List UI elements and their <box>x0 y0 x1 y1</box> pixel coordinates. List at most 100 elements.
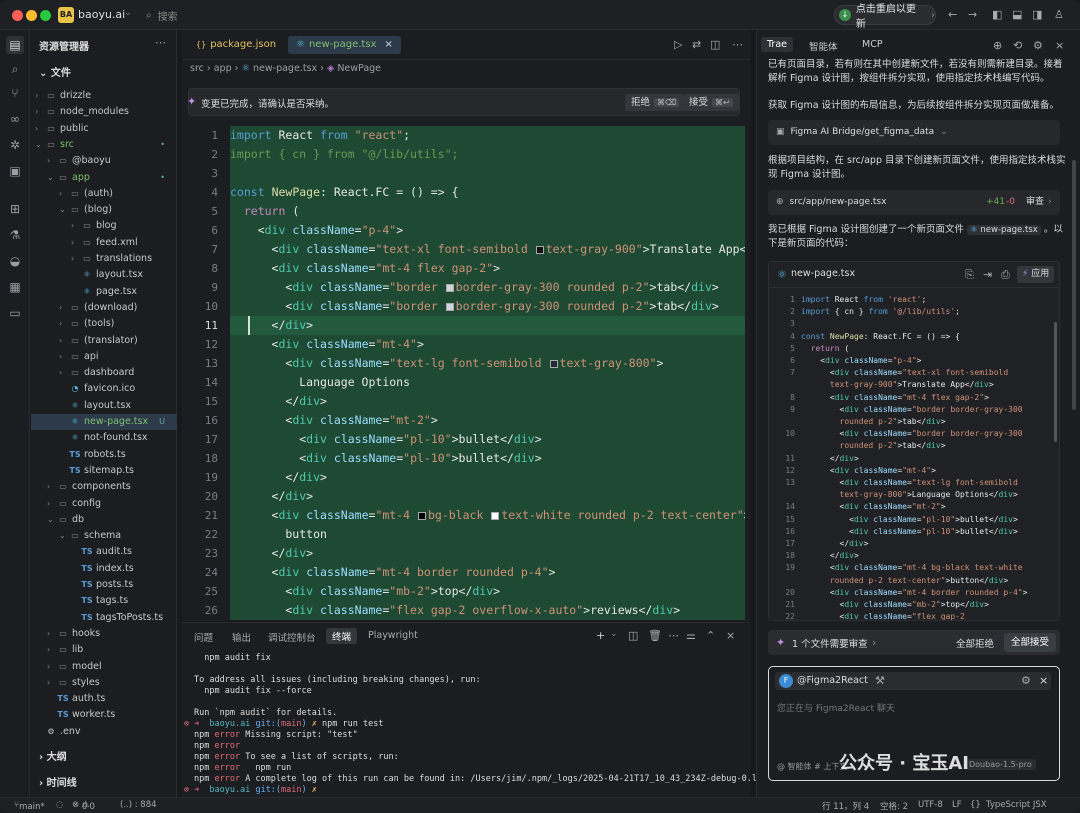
tree-item[interactable]: › ▭ api <box>31 349 177 365</box>
copy-icon[interactable]: ⎘ <box>965 268 974 282</box>
trash-icon[interactable]: 🗑 <box>648 629 662 642</box>
code-line[interactable]: <div className="mt-4 border rounded p-4"… <box>230 563 745 582</box>
chat-input-box[interactable]: F @Figma2React ⚒ ⚙ × 您正在与 Figma2React 聊天… <box>768 666 1060 781</box>
close-window-button[interactable] <box>12 10 23 21</box>
insert-icon[interactable]: ⇥ <box>983 268 992 281</box>
tree-item[interactable]: ⚛ layout.tsx <box>31 267 177 283</box>
breadcrumb-item[interactable]: app <box>214 63 232 74</box>
zoom-window-button[interactable] <box>40 10 51 21</box>
tab-trae[interactable]: Trae <box>761 37 793 52</box>
project-name[interactable]: baoyu.ai <box>78 8 125 21</box>
indentation[interactable]: 空格: 2 <box>880 800 908 812</box>
gear-icon[interactable]: ⚙ <box>1033 39 1043 52</box>
search-icon[interactable]: ⌕ <box>6 60 24 78</box>
code-lines[interactable]: import React from "react"; import { cn } … <box>230 126 745 620</box>
source-control-icon[interactable]: ⑂ <box>6 84 24 102</box>
tab-package-json[interactable]: {} package.json <box>188 36 284 54</box>
breadcrumb-item[interactable]: src <box>190 63 204 74</box>
tree-item[interactable]: › ▭ model <box>31 659 177 675</box>
tree-item[interactable]: › ▭ node_modules <box>31 104 177 120</box>
tree-item[interactable]: ◔ favicon.ico <box>31 381 177 397</box>
maximize-icon[interactable]: ⌃ <box>706 629 715 642</box>
code-line[interactable]: button <box>230 525 745 544</box>
code-line[interactable]: </div> <box>230 487 745 506</box>
tree-item[interactable]: › ▭ lib <box>31 642 177 658</box>
add-terminal-icon[interactable]: + <box>596 629 605 642</box>
model-selector[interactable]: Doubao-1.5-pro <box>965 759 1036 770</box>
tree-item[interactable]: › ▭ hooks <box>31 626 177 642</box>
tree-item[interactable]: › ▭ translations <box>31 251 177 267</box>
code-line[interactable]: <div className="mt-4 bg-black text-white… <box>230 506 745 525</box>
problems-indicator[interactable]: ⊗ 0 ⚠ 0 <box>72 800 95 812</box>
tree-item[interactable]: › ▭ (auth) <box>31 186 177 202</box>
docker-icon[interactable]: ◒ <box>6 252 24 270</box>
branch-indicator[interactable]: ⑂ main* <box>14 800 45 812</box>
run-icon[interactable]: ▷ <box>674 38 682 51</box>
tree-item[interactable]: › ▭ dashboard <box>31 365 177 381</box>
tree-item[interactable]: TS index.ts <box>31 561 177 577</box>
tree-item[interactable]: › ▭ public <box>31 121 177 137</box>
review-count[interactable]: 1 个文件需要审查 <box>792 636 868 650</box>
toggle-panel-icon[interactable]: ⬓ <box>1012 8 1022 21</box>
file-change-card[interactable]: ⊕ src/app/new-page.tsx +41 -0 审查 › <box>768 190 1060 215</box>
code-line[interactable]: </div> <box>230 544 745 563</box>
accept-all-button[interactable]: 全部接受 <box>1004 633 1057 652</box>
testing-icon[interactable]: ⚗ <box>6 226 24 244</box>
toggle-sidebar-icon[interactable]: ◧ <box>992 8 1002 21</box>
tree-item[interactable]: › ▭ config <box>31 496 177 512</box>
tool-call-card[interactable]: ▣ Figma AI Bridge/get_figma_data ⌄ <box>768 120 1060 145</box>
tree-item[interactable]: TS posts.ts <box>31 577 177 593</box>
tree-item[interactable]: ⚛ layout.tsx <box>31 398 177 414</box>
tree-item[interactable]: ⚛ new-page.tsx U <box>31 414 177 430</box>
language-mode[interactable]: TypeScript JSX <box>986 800 1047 810</box>
tree-item[interactable]: ⌄ ▭ (blog) <box>31 202 177 218</box>
breadcrumb-item[interactable]: new-page.tsx <box>253 63 317 74</box>
forward-arrow-icon[interactable]: → <box>968 8 977 21</box>
new-chat-icon[interactable]: ⊕ <box>993 39 1002 52</box>
more-icon[interactable]: ⋯ <box>668 629 679 642</box>
gear-icon[interactable]: ⚙ <box>1021 674 1031 687</box>
tab-problems[interactable]: 问题 <box>194 630 213 644</box>
ports-indicator[interactable]: (..) : 884 <box>120 800 157 810</box>
code-line[interactable]: <div className="mb-2">top</div> <box>230 582 745 601</box>
reject-all-button[interactable]: 全部拒绝 <box>956 636 994 650</box>
command-search[interactable]: ⌕ 搜索 <box>146 6 746 24</box>
tab-debug-console[interactable]: 调试控制台 <box>268 630 316 644</box>
code-line[interactable]: return ( <box>230 202 745 221</box>
split-terminal-icon[interactable]: ◫ <box>628 629 638 642</box>
wrench-icon[interactable]: ⚒ <box>875 674 885 687</box>
code-line[interactable]: <div className="mt-4"> <box>230 335 745 354</box>
tree-item[interactable]: › ▭ drizzle <box>31 88 177 104</box>
code-line[interactable]: Language Options <box>230 373 745 392</box>
tree-item[interactable]: › ▭ @baoyu <box>31 153 177 169</box>
code-line[interactable]: </div> <box>230 392 745 411</box>
accept-button[interactable]: 接受 ⌘↩ <box>683 94 739 111</box>
tab-output[interactable]: 输出 <box>232 630 251 644</box>
close-icon[interactable]: × <box>384 39 392 50</box>
close-icon[interactable]: × <box>1039 674 1048 687</box>
tree-item[interactable]: ⚛ not-found.tsx <box>31 430 177 446</box>
timeline-section-header[interactable]: › 时间线 <box>39 774 77 789</box>
code-line[interactable]: <div className="mt-4 flex gap-2"> <box>230 259 745 278</box>
chat-placeholder[interactable]: 您正在与 Figma2React 聊天 <box>777 701 895 714</box>
close-icon[interactable]: × <box>726 629 735 642</box>
close-icon[interactable]: × <box>1055 39 1064 52</box>
tree-item[interactable]: TS auth.ts <box>31 691 177 707</box>
split-editor-icon[interactable]: ◫ <box>710 38 720 51</box>
code-line[interactable]: <div className="p-4"> <box>230 221 745 240</box>
tree-item[interactable]: › ▭ (translator) <box>31 333 177 349</box>
files-section-header[interactable]: ⌄ 文件 <box>39 64 71 79</box>
breadcrumb-item[interactable]: NewPage <box>337 63 381 74</box>
code-line[interactable] <box>230 164 745 183</box>
tree-item[interactable]: › ▭ feed.xml <box>31 235 177 251</box>
sync-icon[interactable]: ◌ <box>56 800 63 810</box>
scrollbar[interactable] <box>1072 160 1076 410</box>
more-icon[interactable]: ⋯ <box>732 38 743 51</box>
code-editor[interactable]: 1 2 3 4 5 6 7 8 9 10 11 12 13 14 15 16 17 18 19 20 21 22 23 24 2… <box>182 126 750 620</box>
tree-item[interactable]: TS audit.ts <box>31 544 177 560</box>
code-line[interactable]: <div className="border border-gray-300 r… <box>230 278 745 297</box>
link-icon[interactable]: ∞ <box>6 110 24 128</box>
code-line[interactable]: <div className="text-lg font-semibold te… <box>230 354 745 373</box>
code-line[interactable]: const NewPage: React.FC = () => { <box>230 183 745 202</box>
code-line[interactable]: <div className="pl-10">bullet</div> <box>230 449 745 468</box>
